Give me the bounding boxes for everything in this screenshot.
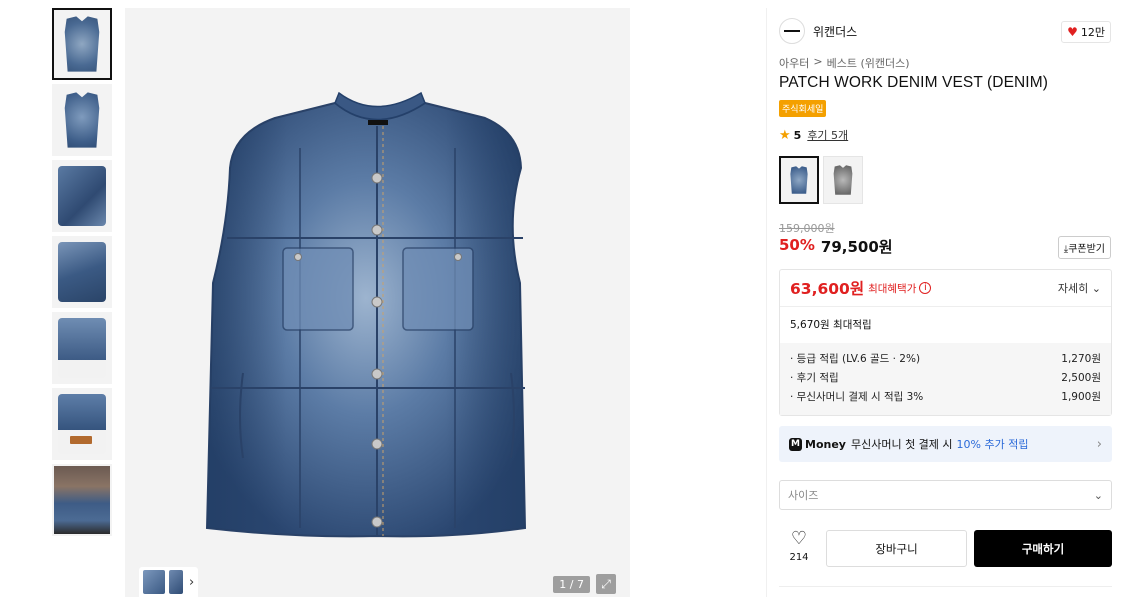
size-select[interactable]: 사이즈 ⌄ — [779, 480, 1112, 510]
heart-outline-icon: ♡ — [790, 528, 808, 549]
benefit-detail-toggle[interactable]: 자세히 ⌄ — [1058, 280, 1101, 296]
breadcrumb: 아우터 > 베스트 (위캔더스) — [779, 55, 910, 71]
thumbnail-model-wearing[interactable] — [52, 464, 112, 536]
points-value: 2,500원 — [1061, 372, 1101, 384]
brand-logo-icon — [779, 18, 805, 44]
chevron-down-icon: ⌄ — [1093, 488, 1103, 502]
points-row: · 후기 적립 2,500원 — [790, 369, 1101, 388]
brand-link[interactable]: 위캔더스 — [779, 18, 857, 44]
thumbnail-vest-pocket-detail[interactable] — [52, 236, 112, 308]
points-row: · 등급 적립 (LV.6 골드 · 2%) 1,270원 — [790, 350, 1101, 369]
add-to-cart-button[interactable]: 장바구니 — [826, 530, 967, 567]
image-counter: 1 / 7 — [553, 576, 590, 593]
max-benefit-price: 63,600원 — [790, 280, 865, 298]
points-total: 5,670원 최대적립 — [790, 319, 872, 331]
sale-badge: 주식회세일 — [779, 100, 827, 117]
preview-thumb[interactable] — [169, 570, 183, 594]
preview-thumb[interactable] — [143, 570, 165, 594]
breadcrumb-separator: > — [813, 55, 823, 68]
buy-now-button[interactable]: 구매하기 — [974, 530, 1112, 567]
gallery-preview-strip[interactable]: › — [139, 567, 199, 597]
breadcrumb-subcategory[interactable]: 베스트 (위캔더스) — [827, 55, 910, 71]
coupon-button[interactable]: ⤓쿠폰받기 — [1057, 236, 1111, 259]
musinsa-money-banner[interactable]: M Money 무신사머니 첫 결제 시 10% 추가 적립 › — [779, 426, 1112, 462]
chevron-right-icon: › — [1096, 436, 1102, 452]
main-product-image[interactable]: › 1 / 7 ⤢ — [125, 8, 630, 597]
chevron-down-icon: ⌄ — [1091, 282, 1101, 295]
money-brand: Money — [805, 437, 846, 451]
money-highlight: 10% 추가 적립 — [956, 438, 1029, 451]
size-placeholder: 사이즈 — [788, 489, 819, 502]
heart-icon: ♥ — [1067, 25, 1078, 39]
max-benefit-label: 최대혜택가 — [868, 282, 917, 295]
color-options — [779, 156, 863, 204]
chevron-right-icon[interactable]: › — [189, 575, 194, 590]
max-benefit-box: 63,600원 최대혜택가 i 자세히 ⌄ 5,670원 최대적립 · 등급 적… — [779, 269, 1112, 416]
denim-vest-illustration — [205, 91, 527, 538]
color-swatch-denim[interactable] — [779, 156, 819, 204]
thumbnail-vest-back[interactable] — [52, 84, 112, 156]
thumbnail-vest-hem-detail[interactable] — [52, 312, 112, 384]
money-text: 무신사머니 첫 결제 시 — [850, 438, 953, 451]
rating[interactable]: ★ 5 후기 5개 — [779, 127, 848, 143]
detail-label: 자세히 — [1057, 282, 1089, 295]
thumbnail-rail — [52, 8, 112, 540]
brand-like-button[interactable]: ♥ 12만 — [1061, 21, 1111, 43]
points-value: 1,900원 — [1061, 391, 1101, 403]
rating-score: 5 — [793, 128, 802, 142]
info-icon[interactable]: i — [919, 282, 932, 294]
original-price: 159,000원 — [779, 222, 835, 235]
thumbnail-vest-label-detail[interactable] — [52, 388, 112, 460]
discount-rate: 50% — [779, 236, 815, 254]
panel-divider — [779, 586, 1112, 587]
wishlist-count: 214 — [789, 552, 809, 563]
points-label: · 후기 적립 — [790, 372, 839, 384]
review-count-link[interactable]: 후기 5개 — [807, 127, 848, 143]
sale-price-row: 50% 79,500원 — [779, 236, 893, 257]
star-icon: ★ — [779, 127, 791, 143]
max-benefit-header[interactable]: 63,600원 최대혜택가 i 자세히 ⌄ — [780, 270, 1111, 307]
breadcrumb-category[interactable]: 아우터 — [779, 55, 809, 71]
points-row: · 무신사머니 결제 시 적립 3% 1,900원 — [790, 388, 1101, 407]
brand-like-count: 12만 — [1080, 26, 1105, 39]
product-title: PATCH WORK DENIM VEST (DENIM) — [779, 74, 1048, 91]
brand-name: 위캔더스 — [813, 24, 858, 39]
points-value: 1,270원 — [1061, 353, 1101, 365]
sale-price: 79,500원 — [820, 238, 893, 256]
color-swatch-grey[interactable] — [823, 156, 863, 204]
product-info-panel: 위캔더스 ♥ 12만 아우터 > 베스트 (위캔더스) PATCH WORK D… — [766, 8, 1125, 597]
points-label: · 무신사머니 결제 시 적립 3% — [790, 391, 924, 403]
points-breakdown: · 등급 적립 (LV.6 골드 · 2%) 1,270원 · 후기 적립 2,50… — [780, 343, 1111, 415]
wishlist-button[interactable]: ♡ 214 — [779, 530, 819, 568]
money-logo-icon: M — [789, 437, 802, 451]
expand-icon[interactable]: ⤢ — [596, 574, 616, 594]
thumbnail-vest-front[interactable] — [52, 8, 112, 80]
thumbnail-vest-collar-detail[interactable] — [52, 160, 112, 232]
points-label: · 등급 적립 (LV.6 골드 · 2%) — [790, 353, 921, 365]
coupon-label: 쿠폰받기 — [1068, 244, 1105, 255]
